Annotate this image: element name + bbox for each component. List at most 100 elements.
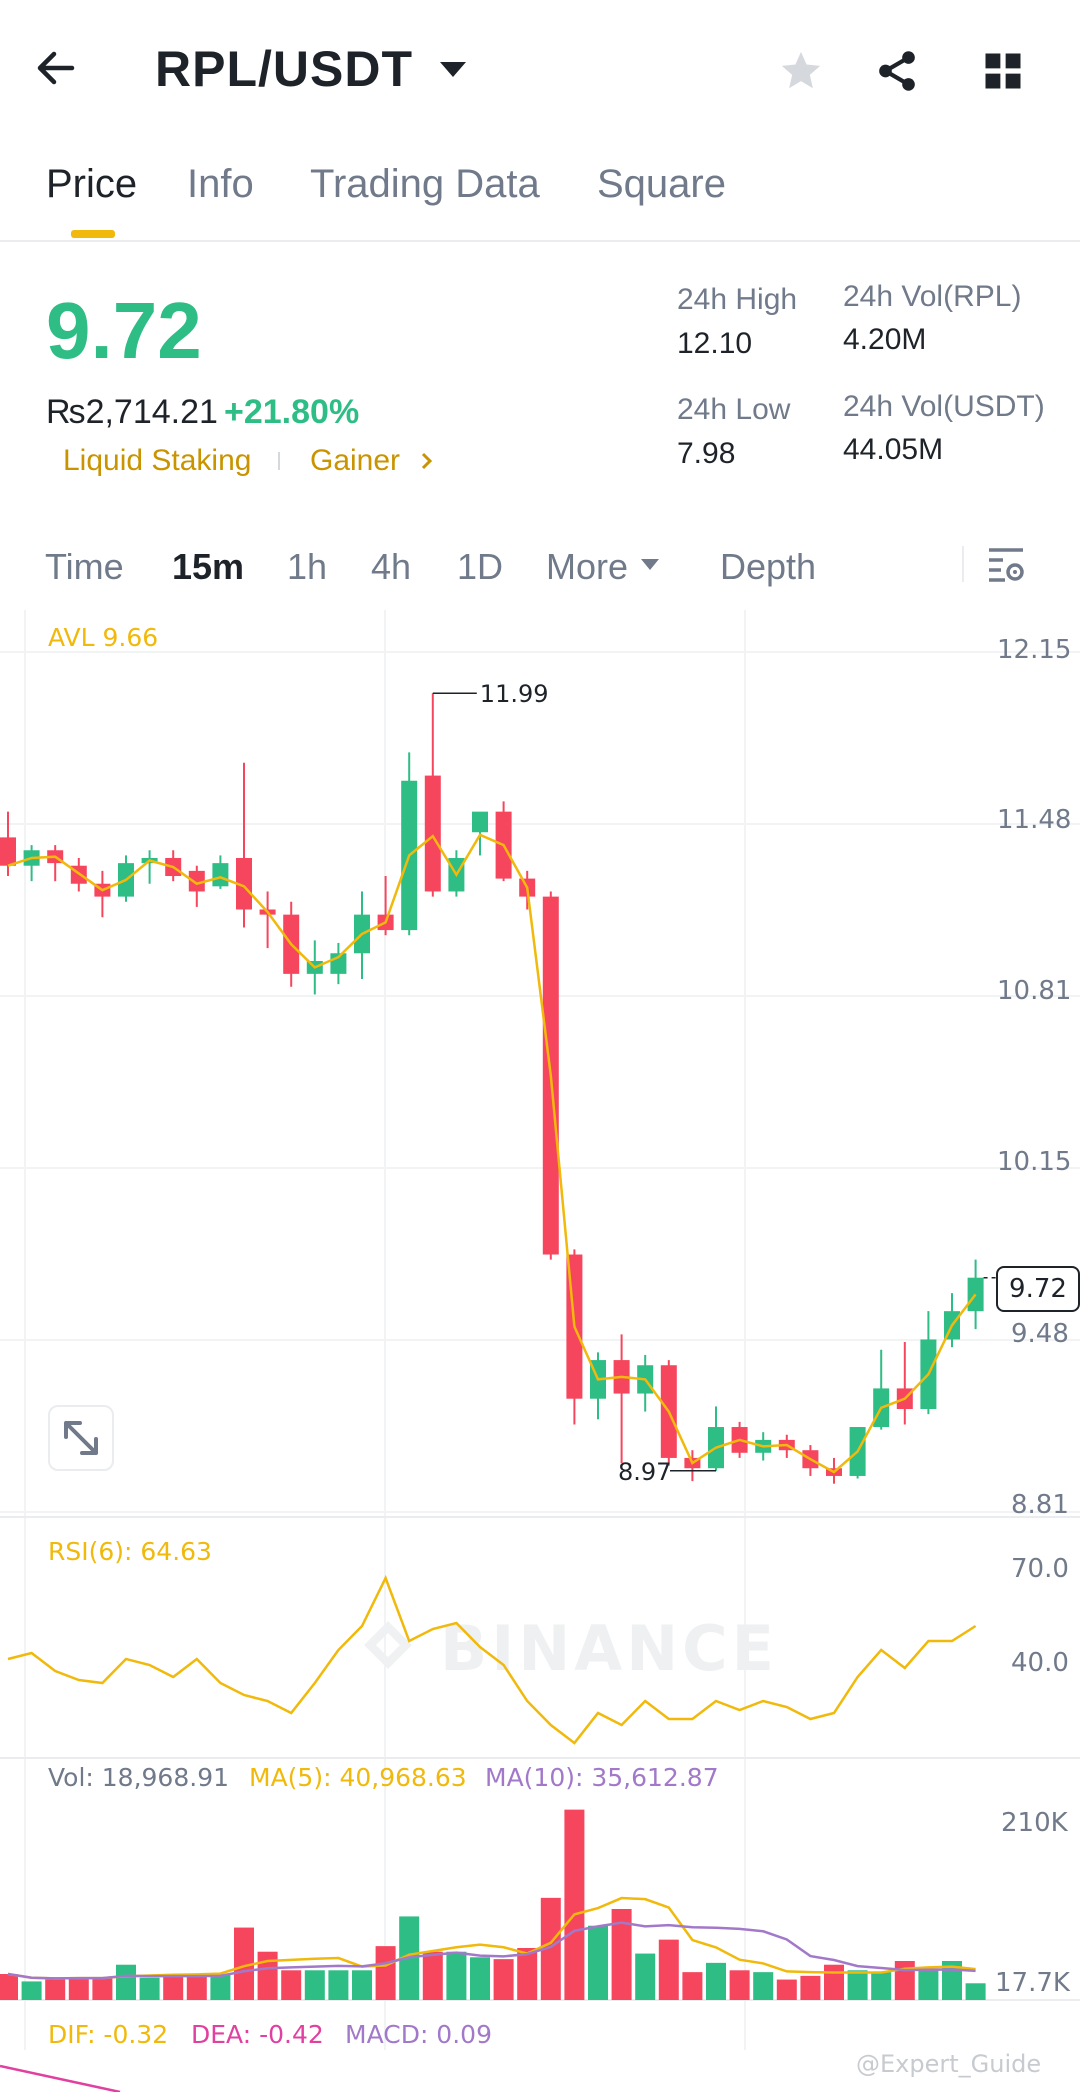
price-tick-4: 10.15 (997, 1147, 1072, 1177)
ma10-label: MA(10): 35,612.87 (485, 1763, 719, 1792)
volume-bar (186, 1975, 207, 2000)
interval-1d[interactable]: 1D (457, 546, 503, 588)
interval-more[interactable]: More (546, 546, 628, 588)
author-watermark: @Expert_Guide (856, 2050, 1042, 2078)
volume-tick-top: 210K (1001, 1808, 1068, 1838)
high-24h-label: 24h High (677, 283, 798, 316)
candle-body (0, 837, 16, 866)
page-tabs: Price Info Trading Data Square (0, 150, 1080, 242)
category-tag-gainer[interactable]: Gainer (310, 444, 400, 478)
volume-bar (92, 1977, 113, 2000)
avl-line (7, 833, 977, 1474)
vol-base-value: 4.20M (843, 323, 927, 356)
volume-bar (753, 1972, 774, 2000)
last-price: 9.72 (46, 286, 202, 375)
high-marker-label: 11.99 (480, 680, 549, 708)
tab-square[interactable]: Square (597, 162, 726, 207)
volume-bar (0, 1974, 18, 2000)
interval-4h[interactable]: 4h (371, 546, 411, 588)
volume-bar (21, 1981, 42, 2000)
vol-base-label: 24h Vol(RPL) (843, 280, 1022, 313)
binance-watermark: BINANCE (364, 1612, 778, 1685)
volume-bar (682, 1972, 703, 2000)
volume-bar (446, 1951, 467, 2000)
trading-pair-title[interactable]: RPL/USDT (155, 40, 413, 98)
fullscreen-button[interactable] (48, 1405, 114, 1471)
candle-body (424, 775, 441, 892)
star-icon[interactable] (778, 48, 824, 94)
volume-bar (352, 1970, 372, 2000)
tag-divider (278, 452, 280, 470)
depth-tab[interactable]: Depth (720, 546, 816, 588)
chart-settings-icon[interactable] (987, 546, 1027, 584)
last-price-tag: 9.72 (996, 1266, 1080, 1312)
price-chart[interactable]: BINANCE 11.99 8.97 (0, 610, 1080, 2092)
volume-bar (564, 1809, 585, 2000)
volume-bar (493, 1959, 514, 2000)
chevron-down-icon[interactable] (438, 60, 468, 80)
high-24h-value: 12.10 (677, 327, 753, 360)
volume-bar (729, 1970, 750, 2000)
top-bar: RPL/USDT (0, 0, 1080, 140)
vol-quote-value: 44.05M (843, 433, 944, 466)
more-caret-icon[interactable] (640, 558, 660, 572)
price-tick-6: 8.81 (1011, 1490, 1069, 1520)
price-tick-3: 10.81 (997, 976, 1072, 1006)
expand-icon (64, 1421, 98, 1455)
volume-bar (257, 1951, 278, 2000)
volume-label: Vol: 18,968.91 (48, 1763, 230, 1792)
volume-bar (163, 1975, 184, 2000)
rsi-label: RSI(6): 64.63 (48, 1537, 212, 1566)
volume-bar (894, 1961, 915, 2000)
volume-bar (918, 1968, 939, 2000)
low-24h-value: 7.98 (677, 437, 736, 470)
low-24h-label: 24h Low (677, 393, 791, 426)
candle-body (472, 811, 488, 833)
dea-line (0, 2064, 121, 2092)
volume-bar (847, 1970, 868, 2000)
volume-tick-bottom: 17.7K (995, 1968, 1070, 1998)
interval-divider (962, 546, 964, 582)
share-icon[interactable] (874, 48, 920, 94)
volume-bar (281, 1970, 302, 2000)
interval-15m[interactable]: 15m (172, 546, 244, 588)
volume-bar (706, 1962, 726, 2000)
grid-menu-icon[interactable] (982, 50, 1024, 92)
volume-bar (375, 1946, 396, 2000)
volume-bar (658, 1939, 679, 2000)
ma5-label: MA(5): 40,968.63 (249, 1763, 467, 1792)
price-tick-2: 11.48 (997, 805, 1072, 835)
chevron-right-icon[interactable] (420, 450, 434, 472)
volume-bar (871, 1972, 892, 2000)
volume-bar (470, 1957, 490, 2000)
price-tick-5: 9.48 (1011, 1319, 1069, 1349)
interval-time[interactable]: Time (45, 546, 124, 588)
rsi-tick-40: 40.0 (1011, 1648, 1069, 1678)
volume-bar (588, 1925, 608, 2000)
volume-bar (635, 1953, 656, 2000)
tab-info[interactable]: Info (187, 162, 254, 207)
volume-bar (776, 1979, 797, 2000)
volume-bar (45, 1979, 66, 2000)
volume-bar (965, 1983, 986, 2000)
category-tag-liquid-staking[interactable]: Liquid Staking (63, 444, 251, 478)
price-change-percent: +21.80% (224, 393, 360, 431)
macd-label: MACD: 0.09 (345, 2020, 492, 2049)
volume-bar (824, 1964, 844, 2000)
interval-1h[interactable]: 1h (287, 546, 327, 588)
volume-bar (800, 1975, 821, 2000)
volume-bar (422, 1951, 443, 2000)
tab-trading-data[interactable]: Trading Data (310, 162, 540, 207)
volume-bar (304, 1970, 325, 2000)
back-arrow-icon[interactable] (36, 48, 76, 88)
volume-bar (116, 1964, 136, 2000)
price-tick-1: 12.15 (997, 635, 1072, 665)
low-marker-label: 8.97 (618, 1458, 671, 1486)
volume-bar (328, 1970, 349, 2000)
volume-bar (139, 1977, 160, 2000)
rsi-tick-70: 70.0 (1011, 1554, 1069, 1584)
active-tab-indicator (71, 230, 115, 238)
tab-price[interactable]: Price (46, 162, 137, 207)
candle-body (212, 863, 229, 887)
watermark-text: BINANCE (440, 1612, 778, 1685)
